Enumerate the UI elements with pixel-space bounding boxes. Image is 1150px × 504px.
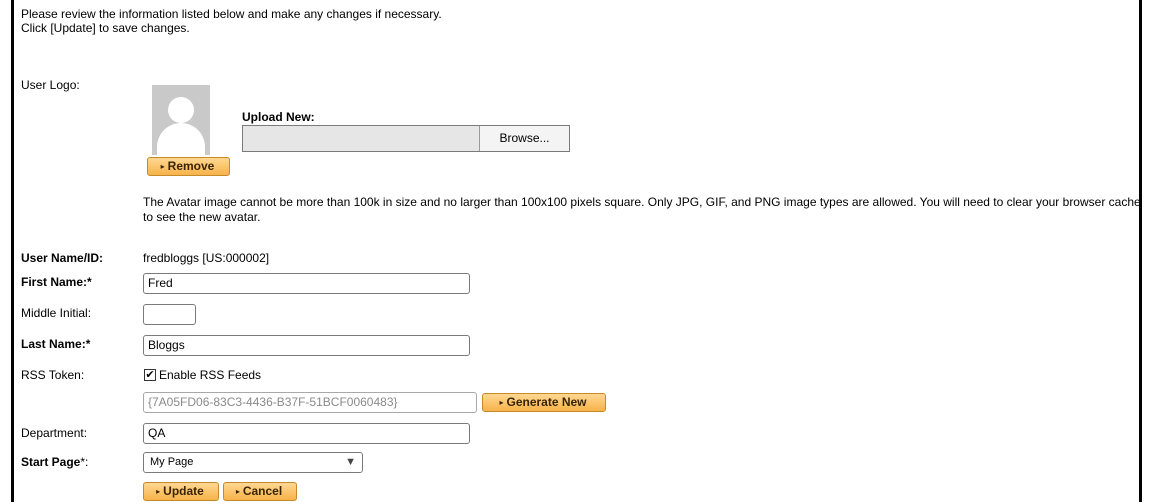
first-name-label: First Name:* xyxy=(21,275,92,289)
last-name-input[interactable]: Bloggs xyxy=(143,335,470,356)
user-id-label: User Name/ID: xyxy=(21,251,104,265)
play-triangle-icon: ▸ xyxy=(160,162,165,171)
department-input[interactable]: QA xyxy=(143,423,470,444)
start-page-label-suffix: *: xyxy=(80,455,89,469)
play-triangle-icon: ▸ xyxy=(235,487,240,496)
start-page-label: Start Page*: xyxy=(21,455,88,469)
rss-token-input[interactable]: {7A05FD06-83C3-4436-B37F-51BCF0060483} xyxy=(143,392,477,413)
play-triangle-icon: ▸ xyxy=(156,487,161,496)
user-logo-label: User Logo: xyxy=(21,78,80,92)
update-button[interactable]: ▸ Update xyxy=(143,482,219,501)
avatar-icon xyxy=(152,85,210,155)
generate-new-button[interactable]: ▸ Generate New xyxy=(482,393,606,412)
cancel-button-label: Cancel xyxy=(242,484,283,498)
start-page-label-text: Start Page xyxy=(21,455,81,469)
department-label: Department: xyxy=(21,426,88,440)
play-triangle-icon: ▸ xyxy=(499,398,504,407)
file-upload-input[interactable]: Browse... xyxy=(242,125,570,152)
generate-new-label: Generate New xyxy=(506,395,587,409)
cancel-button[interactable]: ▸ Cancel xyxy=(223,482,297,501)
chevron-down-icon: ▼ xyxy=(345,456,356,468)
browse-button[interactable]: Browse... xyxy=(479,126,569,151)
middle-initial-input[interactable] xyxy=(143,304,196,325)
first-name-input[interactable]: Fred xyxy=(143,273,470,294)
checkmark-icon: ✔ xyxy=(145,369,155,381)
last-name-label: Last Name:* xyxy=(21,337,91,351)
intro-text: Please review the information listed bel… xyxy=(21,7,442,35)
update-button-label: Update xyxy=(163,484,204,498)
middle-initial-label: Middle Initial: xyxy=(21,306,92,320)
upload-new-label: Upload New: xyxy=(242,110,315,124)
user-id-value: fredbloggs [US:000002] xyxy=(143,251,270,265)
intro-line-1: Please review the information listed bel… xyxy=(21,7,442,21)
start-page-select[interactable]: My Page ▼ xyxy=(143,452,363,473)
rss-enable-label: Enable RSS Feeds xyxy=(159,368,262,382)
start-page-value: My Page xyxy=(150,456,194,468)
rss-token-label: RSS Token: xyxy=(21,368,85,382)
remove-button[interactable]: ▸ Remove xyxy=(147,157,230,176)
rss-enable-checkbox[interactable]: ✔ xyxy=(144,369,156,381)
avatar-note: The Avatar image cannot be more than 100… xyxy=(143,195,1141,224)
intro-line-2: Click [Update] to save changes. xyxy=(21,21,190,35)
remove-button-label: Remove xyxy=(167,159,215,173)
